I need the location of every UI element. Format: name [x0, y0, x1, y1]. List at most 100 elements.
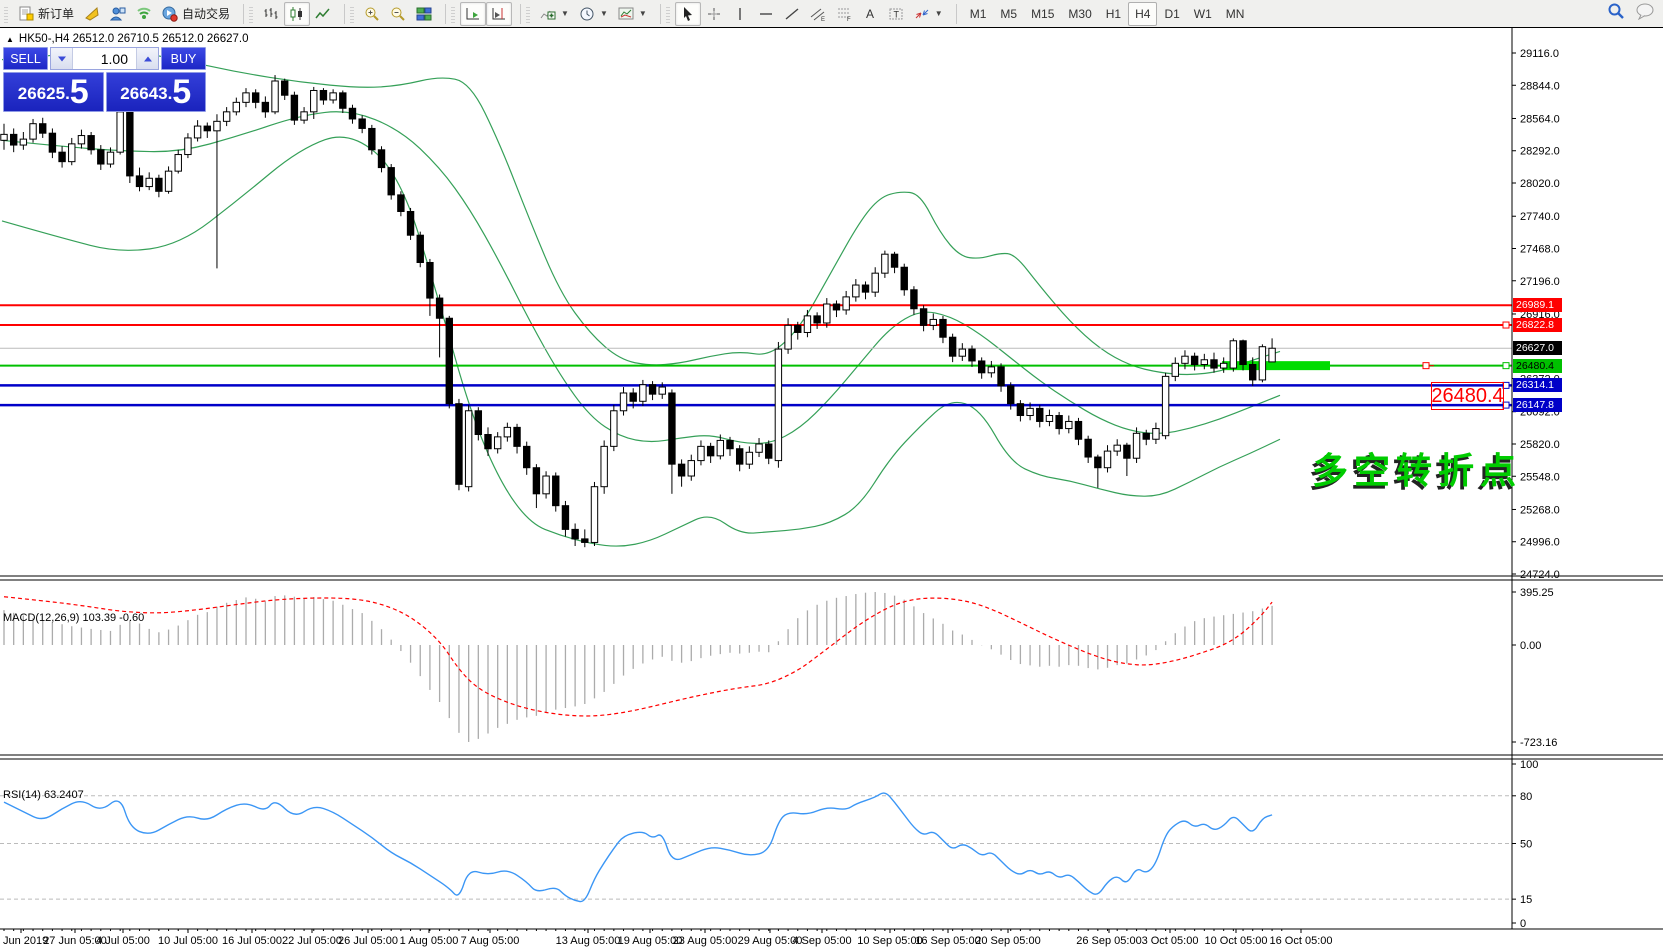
tile-windows-button[interactable] [411, 2, 437, 26]
highlight-zone[interactable] [1222, 361, 1330, 370]
candle-body [1104, 451, 1110, 468]
svg-text:E: E [821, 17, 825, 22]
candle-body [843, 297, 849, 310]
candle-body [1066, 421, 1072, 428]
svg-text:A: A [866, 7, 874, 21]
toolbar-separator [445, 4, 446, 24]
chat-icon[interactable] [1635, 2, 1655, 25]
timeframe-m15-button[interactable]: M15 [1024, 2, 1061, 26]
chart-shift-button[interactable] [486, 2, 512, 26]
periods-button[interactable]: ▼ [574, 2, 613, 26]
templates-button[interactable]: ▼ [613, 2, 652, 26]
candle-body [78, 136, 84, 144]
chart-title: ▲ HK50-,H4 26512.0 26710.5 26512.0 26627… [6, 33, 248, 45]
collapse-icon[interactable]: ▲ [6, 35, 14, 44]
timeframe-w1-button[interactable]: W1 [1187, 2, 1219, 26]
candle-body [940, 319, 946, 337]
candle-body [282, 81, 288, 95]
sell-price[interactable]: 26625.5 [3, 72, 104, 112]
candle-body [204, 126, 210, 131]
candle-body [553, 476, 559, 506]
macd-axis-label: 0.00 [1520, 640, 1541, 652]
candle-body [988, 367, 994, 373]
candle-body [175, 155, 181, 172]
candle-body [233, 102, 239, 111]
timeframe-m5-button[interactable]: M5 [993, 2, 1024, 26]
chart-title-text: HK50-,H4 26512.0 26710.5 26512.0 26627.0 [19, 33, 249, 45]
text-button[interactable]: A [857, 2, 883, 26]
autotrade-button[interactable]: 自动交易 [157, 2, 235, 26]
caret-down-icon: ▼ [600, 9, 608, 18]
candle-body [262, 102, 268, 111]
candle-body [901, 267, 907, 290]
toolbar-separator [520, 4, 521, 24]
candle-body [949, 337, 955, 356]
line-handle[interactable] [1503, 322, 1509, 328]
label-anchor-handle[interactable] [1423, 363, 1429, 369]
toolbar-grip[interactable] [249, 5, 253, 23]
candle-body [872, 273, 878, 292]
candle-body [736, 449, 742, 464]
volume-value[interactable]: 1.00 [73, 48, 136, 69]
candle-body [601, 446, 607, 486]
toolbar-separator [344, 4, 345, 24]
candle-body [504, 427, 510, 436]
fibonacci-button[interactable]: F [831, 2, 857, 26]
hline-button[interactable] [753, 2, 779, 26]
line-chart-button[interactable] [310, 2, 336, 26]
candle-body [514, 427, 520, 446]
cursor-button[interactable] [675, 2, 701, 26]
indicators-button[interactable]: ▼ [535, 2, 574, 26]
volume-decrease-button[interactable] [51, 48, 73, 69]
axis-tick-label: 28844.0 [1520, 80, 1560, 92]
toolbar-grip[interactable] [4, 5, 8, 23]
zoom-in-button[interactable] [359, 2, 385, 26]
candle-body [446, 318, 452, 403]
buy-button[interactable]: BUY [161, 47, 206, 70]
crosshair-button[interactable] [701, 2, 727, 26]
vline-button[interactable] [727, 2, 753, 26]
line-handle[interactable] [1503, 363, 1509, 369]
toolbar-grip[interactable] [451, 5, 455, 23]
candlestick-button[interactable] [284, 2, 310, 26]
bar-chart-button[interactable] [258, 2, 284, 26]
chart-region[interactable]: 29116.028844.028564.028292.028020.027740… [0, 28, 1663, 949]
channel-button[interactable]: E [805, 2, 831, 26]
label-button[interactable]: T [883, 2, 909, 26]
metaeditor-button[interactable] [79, 2, 105, 26]
rsi-axis-label: 80 [1520, 791, 1532, 803]
toolbar-grip[interactable] [526, 5, 530, 23]
price-tag-26627.0: 26627.0 [1513, 341, 1562, 355]
new-order-button-label: 新订单 [38, 5, 74, 22]
candle-body [194, 126, 200, 138]
sell-button[interactable]: SELL [3, 47, 48, 70]
timeframe-m30-button[interactable]: M30 [1061, 2, 1098, 26]
shapes-button[interactable]: ▼ [909, 2, 948, 26]
timeframe-h1-button[interactable]: H1 [1099, 2, 1128, 26]
search-icon[interactable] [1607, 2, 1625, 25]
candle-body [785, 325, 791, 349]
chart-annotation[interactable]: 多空转折点 [1312, 442, 1522, 494]
date-label: 16 Sep 05:00 [915, 935, 980, 947]
signals-button[interactable] [131, 2, 157, 26]
timeframe-d1-button[interactable]: D1 [1157, 2, 1186, 26]
volume-stepper[interactable]: 1.00 [50, 47, 159, 70]
timeframe-m1-button[interactable]: M1 [963, 2, 994, 26]
candle-body [1027, 408, 1033, 415]
price-level-label[interactable]: 26480.4 [1431, 382, 1504, 410]
timeframe-h4-button[interactable]: H4 [1128, 2, 1157, 26]
zoom-out-button[interactable] [385, 2, 411, 26]
buy-price[interactable]: 26643.5 [106, 72, 207, 112]
auto-scroll-button[interactable] [460, 2, 486, 26]
caret-down-icon: ▼ [639, 9, 647, 18]
trendline-button[interactable] [779, 2, 805, 26]
toolbar-grip[interactable] [666, 5, 670, 23]
candle-body [69, 144, 75, 162]
price-tag-26822.8: 26822.8 [1513, 318, 1562, 332]
toolbar-grip[interactable] [350, 5, 354, 23]
strategy-tester-button[interactable] [105, 2, 131, 26]
new-order-button[interactable]: 新订单 [13, 2, 79, 26]
timeframe-mn-button[interactable]: MN [1219, 2, 1252, 26]
rsi-axis-label: 50 [1520, 839, 1532, 851]
volume-increase-button[interactable] [136, 48, 158, 69]
